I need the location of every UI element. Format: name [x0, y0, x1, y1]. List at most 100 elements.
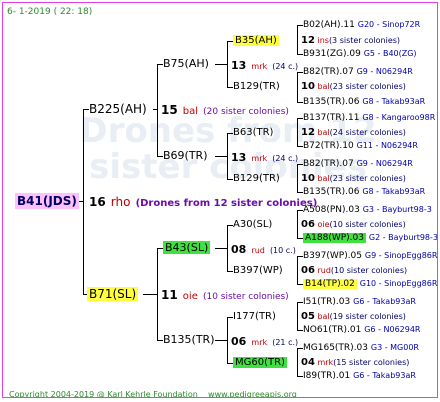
gen4-row[interactable]: NO61(TR).01 G6 - N06294R — [303, 323, 421, 337]
gen3-info-6: 06 rud(10 sister colonies) — [301, 265, 408, 276]
gen4-right: G9 - SinopEgg86R — [364, 251, 438, 260]
gen3-node-1[interactable]: B35(AH) — [233, 34, 279, 48]
gen4-row[interactable]: I89(TR).01 G6 - Takab93aR — [303, 369, 416, 383]
gen4-right: G3 - Bayburt98-3 — [362, 205, 432, 214]
tree-line — [227, 133, 228, 179]
gen3-node-8[interactable]: MG60(TR) — [233, 356, 287, 370]
tree-line — [297, 210, 298, 238]
gen4-row[interactable]: B931(ZG).09 G5 - B40(ZG) — [303, 47, 417, 61]
root-node[interactable]: B41(JDS) — [15, 193, 79, 209]
tree-line — [153, 109, 157, 110]
tree-line — [83, 109, 84, 294]
gen4-row[interactable]: B14(TP).02 G10 - SinopEgg86R — [303, 277, 437, 291]
gen4-name: I51(TR).03 — [303, 297, 351, 307]
tree-line — [297, 25, 298, 54]
gen4-row[interactable]: B135(TR).06 G8 - Takab93aR — [303, 185, 425, 199]
gen4-right: G20 - Sinop72R — [357, 20, 421, 29]
gen2-node-3[interactable]: B43(SL) — [163, 241, 211, 255]
gen4-row[interactable]: B82(TR).07 G9 - N06294R — [303, 157, 413, 171]
gen4-name: B82(TR).07 — [303, 67, 354, 77]
tree-line — [297, 348, 298, 376]
gen1-info-1: 15 bal (20 sister colonies) — [161, 103, 289, 117]
gen3-info-2: 10 bal(23 sister colonies) — [301, 81, 406, 92]
header-date: 6- 1-2019 ( 22: 18) — [7, 7, 93, 17]
gen4-name: I89(TR).01 — [303, 371, 351, 381]
gen3-info-8: 04 mrk(15 sister colonies) — [301, 357, 410, 368]
gen3-info-3: 12 bal(24 sister colonies) — [301, 127, 406, 138]
gen3-node-5[interactable]: A30(SL) — [233, 218, 272, 232]
gen4-name: B135(TR).06 — [303, 187, 360, 197]
gen1-node-2[interactable]: B71(SL) — [87, 287, 139, 301]
gen4-right: G8 - Kangaroo98R — [362, 113, 436, 122]
gen4-row[interactable]: I51(TR).03 G6 - Takab93aR — [303, 295, 416, 309]
pedigree-frame: Drones from 12 sister colonies 6- 1-2019 … — [2, 2, 438, 398]
tree-line — [227, 317, 228, 363]
gen2-info-2: 13 mrk (24 c.) — [231, 151, 299, 164]
tree-line — [297, 164, 298, 192]
gen4-name: A188(WP).03 — [303, 233, 366, 243]
gen2-info-4: 06 mrk (21 c.) — [231, 335, 299, 348]
gen2-info-3: 08 rud (10 c.) — [231, 243, 296, 256]
tree-line — [157, 248, 158, 340]
gen4-right: G10 - SinopEgg86R — [359, 279, 438, 288]
gen4-row[interactable]: A508(PN).03 G3 - Bayburt98-3 — [303, 203, 432, 217]
gen4-right: G9 - N06294R — [356, 159, 413, 168]
tree-line — [227, 41, 228, 87]
gen3-info-1: 12 ins(3 sister colonies) — [301, 35, 401, 46]
gen2-info-1: 13 mrk (24 c.) — [231, 59, 299, 72]
tree-line — [297, 118, 298, 146]
gen3-info-7: 05 bal(19 sister colonies) — [301, 311, 406, 322]
gen3-node-7[interactable]: I177(TR) — [233, 310, 276, 324]
gen1-info-2: 11 oie (10 sister colonies) — [161, 288, 289, 302]
gen4-name: B137(TR).11 — [303, 113, 360, 123]
tree-line — [215, 248, 227, 249]
gen3-node-3[interactable]: B63(TR) — [233, 126, 273, 140]
gen4-name: B397(WP).05 — [303, 251, 363, 261]
gen4-right: G8 - Takab93aR — [362, 187, 426, 196]
gen4-right: G6 - Takab93aR — [353, 371, 416, 380]
gen4-name: B02(AH).11 — [303, 20, 355, 30]
gen4-row[interactable]: MG165(TR).03 G3 - MG00R — [303, 341, 419, 355]
footer-site-link[interactable]: www.pedigreeapis.org — [208, 390, 297, 397]
gen4-name: B72(TR).10 — [303, 141, 354, 151]
gen4-right: G8 - Takab93aR — [362, 97, 426, 106]
gen4-row[interactable]: A188(WP).03 G2 - Bayburt98-3 — [303, 231, 438, 245]
gen4-right: G6 - N06294R — [364, 325, 421, 334]
gen3-node-6[interactable]: B397(WP) — [233, 264, 283, 278]
gen3-info-5: 06 oie(10 sister colonies) — [301, 219, 406, 230]
gen4-name: MG165(TR).03 — [303, 343, 369, 353]
gen2-node-1[interactable]: B75(AH) — [163, 57, 209, 71]
gen4-right: G2 - Bayburt98-3 — [368, 233, 438, 242]
gen4-right: G3 - MG00R — [370, 343, 419, 352]
root-info: 16 rho (Drones from 12 sister colonies) — [89, 195, 318, 209]
gen4-name: NO61(TR).01 — [303, 325, 362, 335]
gen4-row[interactable]: B02(AH).11 G20 - Sinop72R — [303, 18, 420, 32]
gen2-node-2[interactable]: B69(TR) — [163, 149, 208, 163]
gen3-info-4: 10 bal(23 sister colonies) — [301, 173, 406, 184]
gen4-right: G11 - N06294R — [356, 141, 418, 150]
gen4-right: G5 - B40(ZG) — [363, 49, 417, 58]
tree-line — [215, 156, 227, 157]
gen4-row[interactable]: B137(TR).11 G8 - Kangaroo98R — [303, 111, 435, 125]
gen4-name: B135(TR).06 — [303, 97, 360, 107]
gen4-row[interactable]: B82(TR).07 G9 - N06294R — [303, 65, 413, 79]
gen4-name: B931(ZG).09 — [303, 49, 361, 59]
footer: Copyright 2004-2019 @ Karl Kehrle Founda… — [9, 388, 297, 397]
tree-line — [297, 72, 298, 102]
gen4-right: G9 - N06294R — [356, 67, 413, 76]
gen3-node-2[interactable]: B129(TR) — [233, 80, 280, 94]
gen1-node-1[interactable]: B225(AH) — [89, 102, 147, 116]
tree-line — [297, 302, 298, 330]
root-name: B41(JDS) — [15, 193, 79, 209]
gen4-row[interactable]: B135(TR).06 G8 - Takab93aR — [303, 95, 425, 109]
gen3-node-4[interactable]: B129(TR) — [233, 172, 280, 186]
gen4-name: B14(TP).02 — [303, 279, 357, 289]
gen4-name: A508(PN).03 — [303, 205, 360, 215]
gen2-node-4[interactable]: B135(TR) — [163, 333, 215, 347]
tree-line — [227, 225, 228, 271]
gen4-row[interactable]: B72(TR).10 G11 - N06294R — [303, 139, 418, 153]
gen4-right: G6 - Takab93aR — [353, 297, 416, 306]
gen4-row[interactable]: B397(WP).05 G9 - SinopEgg86R — [303, 249, 437, 263]
gen4-name: B82(TR).07 — [303, 159, 354, 169]
tree-line — [157, 64, 158, 156]
